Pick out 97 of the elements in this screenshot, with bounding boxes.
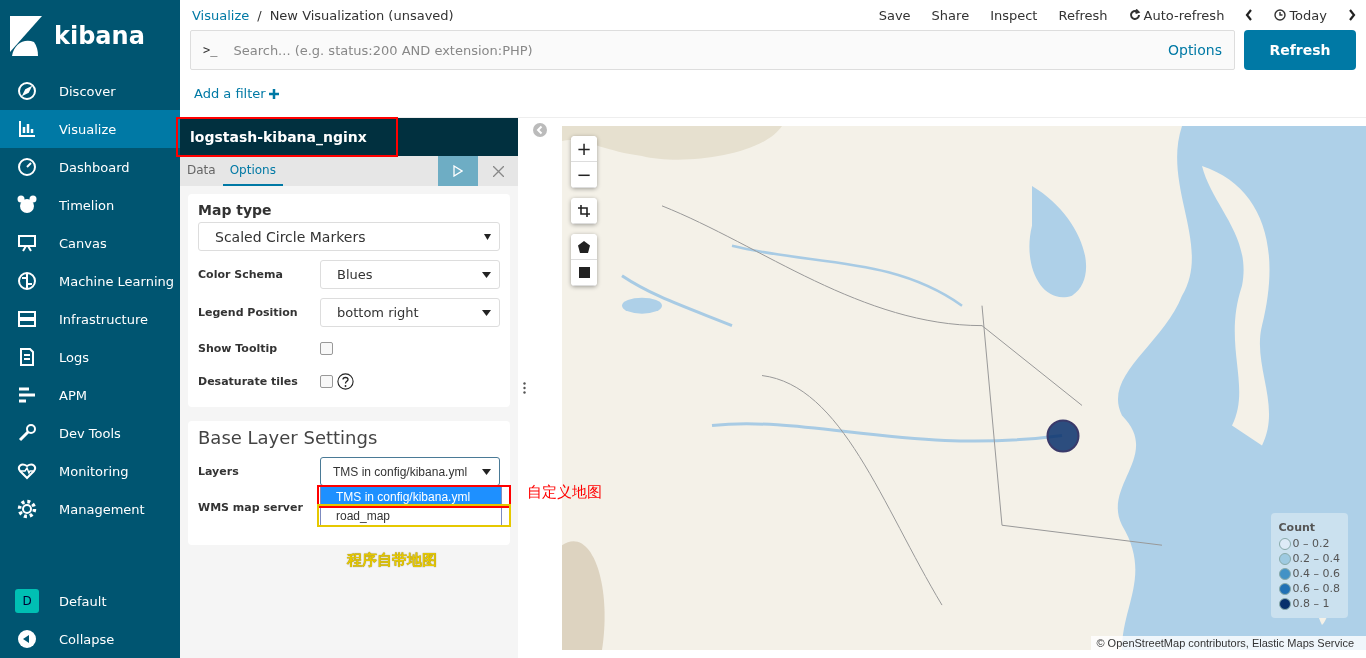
nav-item[interactable]: Canvas — [0, 224, 180, 262]
zoom-in-button[interactable]: + — [571, 136, 597, 162]
menu-link[interactable]: Save — [878, 7, 911, 23]
play-icon — [453, 165, 463, 177]
document-icon — [17, 347, 37, 367]
nav-item[interactable]: Timelion — [0, 186, 180, 224]
option-select[interactable]: bottom right — [320, 298, 500, 327]
close-icon — [492, 165, 504, 177]
clock-icon — [1274, 9, 1287, 21]
legend-label: 0.6 – 0.8 — [1292, 582, 1340, 595]
breadcrumb-separator: / — [257, 7, 262, 23]
map-type-select[interactable]: Scaled Circle Markers — [198, 222, 500, 251]
space-avatar: D — [15, 589, 39, 613]
square-icon — [578, 267, 590, 278]
field-label: WMS map server — [198, 500, 303, 514]
gauge-icon — [17, 157, 37, 177]
auto-refresh-link[interactable]: Auto-refresh — [1128, 7, 1225, 23]
checkbox[interactable] — [320, 374, 333, 388]
polygon-tool-button[interactable] — [571, 234, 597, 260]
field-label: Layers — [198, 465, 239, 478]
plus-icon — [268, 88, 279, 99]
legend-label: 0.4 – 0.6 — [1292, 567, 1340, 580]
legend-title: Count — [1278, 521, 1317, 534]
collapse-item[interactable]: Collapse — [0, 620, 180, 658]
wrench-icon — [17, 423, 37, 443]
field-label: Desaturate tiles — [198, 374, 298, 388]
annotation-text: 自定义地图 — [527, 483, 602, 502]
layers-select[interactable]: TMS in config/kibana.yml — [320, 457, 500, 486]
section-title: Base Layer Settings — [198, 427, 379, 448]
crop-icon — [578, 204, 590, 217]
map-type-label: Map type — [198, 202, 273, 218]
pentagon-icon — [578, 240, 590, 253]
nav-item[interactable]: Discover — [0, 72, 180, 110]
menu-link[interactable]: Share — [931, 7, 970, 23]
field-label: Color Schema — [198, 268, 283, 281]
breadcrumb-current: New Visualization (unsaved) — [269, 7, 454, 23]
caret-icon — [482, 271, 491, 278]
options-link[interactable]: Options — [1167, 42, 1222, 58]
gear-icon — [17, 499, 37, 519]
crop-tool-button[interactable] — [571, 198, 597, 224]
auto-refresh-label: Auto-refresh — [1143, 7, 1225, 23]
help-icon[interactable] — [337, 372, 354, 390]
legend-label: 0.8 – 1 — [1292, 597, 1330, 610]
dropdown-option[interactable]: road_map — [321, 506, 501, 525]
map-attribution: © OpenStreetMap contributors, Elastic Maps Service — [1091, 636, 1366, 650]
search-field[interactable]: Search... (e.g. status:200 AND extension:PHP) — [231, 41, 1168, 59]
nav-item[interactable]: Machine Learning — [0, 262, 180, 300]
nav-item[interactable]: Dev Tools — [0, 414, 180, 452]
nav-item[interactable]: Monitoring — [0, 452, 180, 490]
checkbox[interactable] — [320, 341, 333, 355]
space-item[interactable]: D Default — [0, 582, 180, 620]
compass-icon — [17, 81, 37, 101]
server-icon — [17, 309, 37, 329]
time-label: Today — [1289, 7, 1327, 23]
collapse-icon — [17, 629, 37, 649]
field-label: Legend Position — [198, 306, 298, 319]
animal-head-icon — [17, 195, 37, 215]
query-bar[interactable]: >_ Search... (e.g. status:200 AND extension:PHP) Options — [190, 30, 1235, 70]
chevron-left-icon — [1245, 9, 1254, 21]
legend-label: 0 – 0.2 — [1292, 537, 1330, 550]
caret-icon — [484, 233, 491, 240]
legend-label: 0.2 – 0.4 — [1292, 552, 1340, 565]
nav-item[interactable]: Management — [0, 490, 180, 528]
refresh-icon — [1128, 9, 1141, 21]
trace-bars-icon — [17, 385, 37, 405]
next-button[interactable] — [1348, 9, 1356, 21]
option-select[interactable]: Blues — [320, 260, 500, 289]
previous-button[interactable] — [1245, 9, 1254, 21]
nav-item[interactable]: Dashboard — [0, 148, 180, 186]
nav-item[interactable]: Logs — [0, 338, 180, 376]
time-picker-link[interactable]: Today — [1274, 7, 1327, 23]
refresh-button[interactable]: Refresh — [1244, 30, 1356, 70]
prompt-text: >_ — [203, 43, 218, 57]
annotation-text: 程序自带地图 — [347, 551, 437, 569]
menu-link[interactable]: Inspect — [990, 7, 1038, 23]
editor-tab[interactable]: Data — [180, 156, 223, 186]
bar-chart-icon — [17, 119, 37, 139]
caret-icon — [482, 468, 491, 475]
nav-item[interactable]: APM — [0, 376, 180, 414]
chevron-right-icon — [1348, 9, 1356, 21]
nav-item[interactable]: Visualize — [0, 110, 180, 148]
add-filter-link[interactable]: Add a filter — [194, 86, 279, 101]
zoom-out-button[interactable]: − — [571, 162, 597, 188]
breadcrumb-link[interactable]: Visualize — [192, 7, 250, 23]
menu-link[interactable]: Refresh — [1058, 7, 1108, 23]
logo-text: kibana — [54, 22, 145, 50]
easel-icon — [17, 233, 37, 253]
caret-icon — [482, 309, 491, 316]
editor-tab[interactable]: Options — [222, 156, 283, 186]
logo-icon — [10, 16, 42, 56]
index-pattern-title: logstash-kibana_nginx — [190, 129, 367, 145]
field-label: Show Tooltip — [198, 341, 278, 355]
nav-item[interactable]: Infrastructure — [0, 300, 180, 338]
circle-marker[interactable] — [1046, 419, 1080, 453]
heartbeat-icon — [17, 461, 37, 481]
resize-handle-icon[interactable] — [523, 382, 526, 394]
rectangle-tool-button[interactable] — [571, 260, 597, 286]
